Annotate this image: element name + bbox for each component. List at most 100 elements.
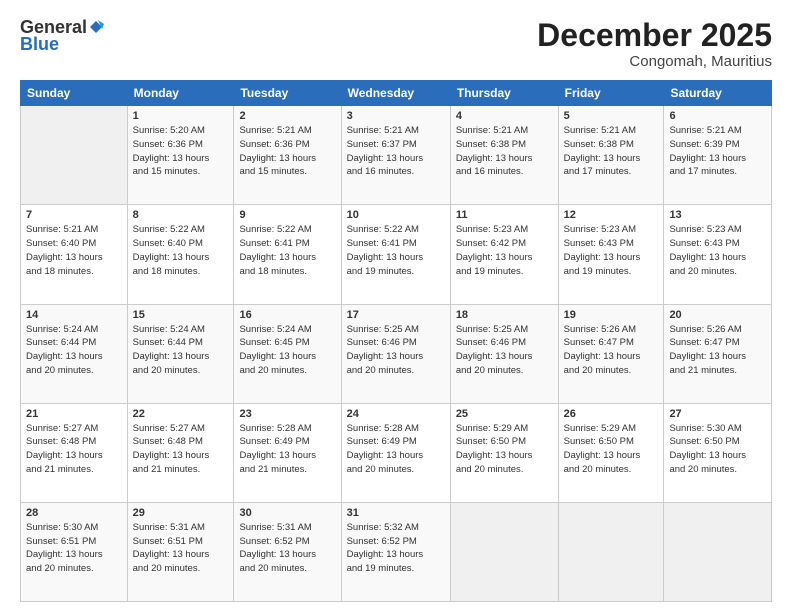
calendar-cell: 4Sunrise: 5:21 AMSunset: 6:38 PMDaylight…: [450, 106, 558, 205]
day-number: 19: [564, 309, 659, 321]
day-info: Sunrise: 5:20 AMSunset: 6:36 PMDaylight:…: [133, 124, 229, 179]
day-number: 6: [669, 110, 766, 122]
calendar-week-row: 28 Sunrise: 5:30 AMSunset: 6:51 PMDayligh…: [21, 502, 772, 601]
day-number: 9: [239, 209, 335, 221]
day-number: 8: [133, 209, 229, 221]
calendar-cell: 21Sunrise: 5:27 AMSunset: 6:48 PMDayligh…: [21, 403, 128, 502]
calendar-cell: [664, 502, 772, 601]
calendar-cell: 26Sunrise: 5:29 AMSunset: 6:50 PMDayligh…: [558, 403, 664, 502]
day-info: Sunrise: 5:25 AMSunset: 6:46 PMDaylight:…: [456, 323, 553, 378]
day-info: Sunrise: 5:30 AMSunset: 6:50 PMDaylight:…: [669, 422, 766, 477]
day-info: Sunrise: 5:21 AMSunset: 6:39 PMDaylight:…: [669, 124, 766, 179]
calendar-header: SundayMondayTuesdayWednesdayThursdayFrid…: [21, 81, 772, 106]
day-number: 24: [347, 408, 445, 420]
calendar-cell: [558, 502, 664, 601]
day-info: Sunrise: 5:27 AMSunset: 6:48 PMDaylight:…: [26, 422, 122, 477]
calendar-week-row: 7 Sunrise: 5:21 AMSunset: 6:40 PMDaylight…: [21, 205, 772, 304]
weekday-header: Tuesday: [234, 81, 341, 106]
calendar-cell: 9 Sunrise: 5:22 AMSunset: 6:41 PMDaylight…: [234, 205, 341, 304]
header: General Blue December 2025 Congomah, Mau…: [20, 18, 772, 70]
calendar-cell: 27 Sunrise: 5:30 AMSunset: 6:50 PMDayligh…: [664, 403, 772, 502]
day-info: Sunrise: 5:30 AMSunset: 6:51 PMDaylight:…: [26, 521, 122, 576]
day-number: 17: [347, 309, 445, 321]
calendar-cell: [450, 502, 558, 601]
calendar-cell: 30Sunrise: 5:31 AMSunset: 6:52 PMDayligh…: [234, 502, 341, 601]
day-number: 15: [133, 309, 229, 321]
day-info: Sunrise: 5:23 AMSunset: 6:42 PMDaylight:…: [456, 223, 553, 278]
calendar-cell: 6 Sunrise: 5:21 AMSunset: 6:39 PMDaylight…: [664, 106, 772, 205]
calendar-cell: 2 Sunrise: 5:21 AMSunset: 6:36 PMDaylight…: [234, 106, 341, 205]
calendar-cell: 13 Sunrise: 5:23 AMSunset: 6:43 PMDayligh…: [664, 205, 772, 304]
calendar-cell: 5Sunrise: 5:21 AMSunset: 6:38 PMDaylight…: [558, 106, 664, 205]
day-number: 4: [456, 110, 553, 122]
calendar-week-row: 21Sunrise: 5:27 AMSunset: 6:48 PMDayligh…: [21, 403, 772, 502]
calendar-week-row: 1 Sunrise: 5:20 AMSunset: 6:36 PMDaylight…: [21, 106, 772, 205]
calendar-cell: 14Sunrise: 5:24 AMSunset: 6:44 PMDayligh…: [21, 304, 128, 403]
calendar: SundayMondayTuesdayWednesdayThursdayFrid…: [20, 80, 772, 602]
calendar-week-row: 14Sunrise: 5:24 AMSunset: 6:44 PMDayligh…: [21, 304, 772, 403]
day-info: Sunrise: 5:25 AMSunset: 6:46 PMDaylight:…: [347, 323, 445, 378]
day-info: Sunrise: 5:29 AMSunset: 6:50 PMDaylight:…: [456, 422, 553, 477]
day-number: 29: [133, 507, 229, 519]
calendar-cell: 10 Sunrise: 5:22 AMSunset: 6:41 PMDayligh…: [341, 205, 450, 304]
page: General Blue December 2025 Congomah, Mau…: [0, 0, 792, 612]
day-info: Sunrise: 5:21 AMSunset: 6:40 PMDaylight:…: [26, 223, 122, 278]
calendar-cell: 28 Sunrise: 5:30 AMSunset: 6:51 PMDayligh…: [21, 502, 128, 601]
calendar-body: 1 Sunrise: 5:20 AMSunset: 6:36 PMDaylight…: [21, 106, 772, 602]
day-info: Sunrise: 5:24 AMSunset: 6:44 PMDaylight:…: [26, 323, 122, 378]
day-info: Sunrise: 5:28 AMSunset: 6:49 PMDaylight:…: [239, 422, 335, 477]
day-number: 28: [26, 507, 122, 519]
day-number: 1: [133, 110, 229, 122]
location: Congomah, Mauritius: [537, 53, 772, 70]
logo-icon: [88, 19, 104, 35]
logo: General Blue: [20, 18, 104, 55]
day-info: Sunrise: 5:23 AMSunset: 6:43 PMDaylight:…: [564, 223, 659, 278]
day-number: 13: [669, 209, 766, 221]
day-info: Sunrise: 5:24 AMSunset: 6:45 PMDaylight:…: [239, 323, 335, 378]
calendar-cell: 19Sunrise: 5:26 AMSunset: 6:47 PMDayligh…: [558, 304, 664, 403]
day-info: Sunrise: 5:21 AMSunset: 6:37 PMDaylight:…: [347, 124, 445, 179]
day-number: 2: [239, 110, 335, 122]
day-number: 5: [564, 110, 659, 122]
day-number: 10: [347, 209, 445, 221]
day-info: Sunrise: 5:27 AMSunset: 6:48 PMDaylight:…: [133, 422, 229, 477]
calendar-cell: 23Sunrise: 5:28 AMSunset: 6:49 PMDayligh…: [234, 403, 341, 502]
day-number: 27: [669, 408, 766, 420]
logo-blue-text: Blue: [20, 34, 59, 54]
day-info: Sunrise: 5:22 AMSunset: 6:41 PMDaylight:…: [347, 223, 445, 278]
day-number: 11: [456, 209, 553, 221]
weekday-header: Thursday: [450, 81, 558, 106]
calendar-cell: 1 Sunrise: 5:20 AMSunset: 6:36 PMDaylight…: [127, 106, 234, 205]
calendar-cell: 17 Sunrise: 5:25 AMSunset: 6:46 PMDayligh…: [341, 304, 450, 403]
calendar-cell: 29 Sunrise: 5:31 AMSunset: 6:51 PMDayligh…: [127, 502, 234, 601]
day-number: 3: [347, 110, 445, 122]
calendar-cell: 18 Sunrise: 5:25 AMSunset: 6:46 PMDayligh…: [450, 304, 558, 403]
day-info: Sunrise: 5:31 AMSunset: 6:51 PMDaylight:…: [133, 521, 229, 576]
day-info: Sunrise: 5:26 AMSunset: 6:47 PMDaylight:…: [669, 323, 766, 378]
day-number: 26: [564, 408, 659, 420]
day-number: 7: [26, 209, 122, 221]
day-number: 20: [669, 309, 766, 321]
day-number: 12: [564, 209, 659, 221]
day-number: 18: [456, 309, 553, 321]
day-number: 31: [347, 507, 445, 519]
calendar-cell: 8 Sunrise: 5:22 AMSunset: 6:40 PMDaylight…: [127, 205, 234, 304]
day-info: Sunrise: 5:24 AMSunset: 6:44 PMDaylight:…: [133, 323, 229, 378]
calendar-cell: 7 Sunrise: 5:21 AMSunset: 6:40 PMDaylight…: [21, 205, 128, 304]
calendar-cell: 15 Sunrise: 5:24 AMSunset: 6:44 PMDayligh…: [127, 304, 234, 403]
day-info: Sunrise: 5:23 AMSunset: 6:43 PMDaylight:…: [669, 223, 766, 278]
weekday-header: Monday: [127, 81, 234, 106]
calendar-cell: 31 Sunrise: 5:32 AMSunset: 6:52 PMDayligh…: [341, 502, 450, 601]
day-info: Sunrise: 5:21 AMSunset: 6:36 PMDaylight:…: [239, 124, 335, 179]
day-info: Sunrise: 5:22 AMSunset: 6:40 PMDaylight:…: [133, 223, 229, 278]
day-number: 25: [456, 408, 553, 420]
title-block: December 2025 Congomah, Mauritius: [537, 18, 772, 70]
weekday-row: SundayMondayTuesdayWednesdayThursdayFrid…: [21, 81, 772, 106]
calendar-cell: 20 Sunrise: 5:26 AMSunset: 6:47 PMDayligh…: [664, 304, 772, 403]
calendar-cell: 24Sunrise: 5:28 AMSunset: 6:49 PMDayligh…: [341, 403, 450, 502]
weekday-header: Saturday: [664, 81, 772, 106]
day-info: Sunrise: 5:32 AMSunset: 6:52 PMDaylight:…: [347, 521, 445, 576]
day-number: 22: [133, 408, 229, 420]
day-info: Sunrise: 5:22 AMSunset: 6:41 PMDaylight:…: [239, 223, 335, 278]
day-number: 16: [239, 309, 335, 321]
